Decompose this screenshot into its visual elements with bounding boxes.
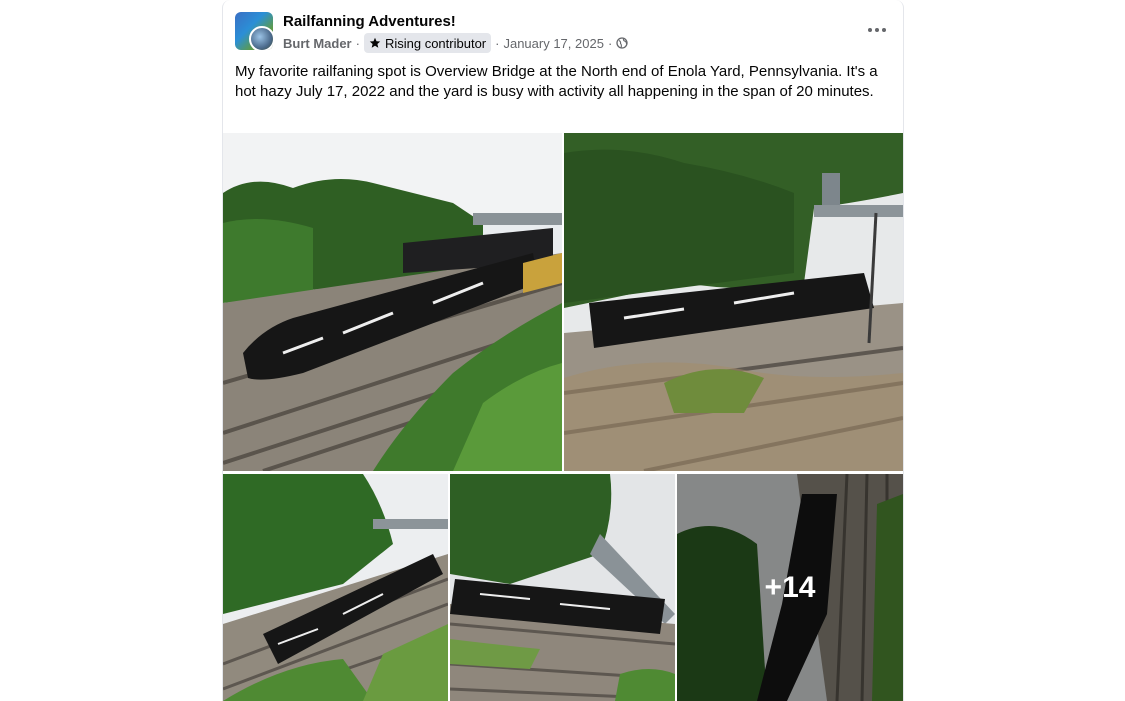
post-header: Railfanning Adventures! Burt Mader · Ris… [223, 0, 903, 58]
post-text: My favorite railfaning spot is Overview … [235, 63, 878, 100]
meta-separator: · [495, 35, 500, 51]
more-photos-overlay[interactable]: +14 [677, 474, 903, 701]
photo-1[interactable] [223, 133, 562, 471]
meta-separator: · [607, 35, 613, 51]
author-avatar[interactable] [249, 26, 273, 50]
more-options-icon[interactable] [865, 18, 889, 42]
photo-3[interactable] [223, 474, 448, 701]
photo-5[interactable]: +14 [677, 474, 903, 701]
meta-separator: · [355, 35, 360, 51]
post-meta: Burt Mader · Rising contributor · Januar… [283, 33, 628, 53]
author-name-link[interactable]: Burt Mader [283, 36, 352, 51]
star-badge-icon [369, 37, 381, 48]
globe-icon[interactable] [616, 37, 628, 49]
post-card: Railfanning Adventures! Burt Mader · Ris… [222, 0, 904, 701]
badge-label: Rising contributor [384, 35, 487, 51]
contributor-badge[interactable]: Rising contributor [363, 33, 492, 53]
photo-4[interactable] [450, 474, 675, 701]
photo-grid: +14 [223, 133, 903, 701]
group-avatar[interactable] [235, 12, 273, 50]
post-date-link[interactable]: January 17, 2025 [503, 36, 603, 51]
photo-2[interactable] [564, 133, 903, 471]
more-photos-count: +14 [764, 570, 816, 604]
group-name-link[interactable]: Railfanning Adventures! [283, 13, 456, 30]
